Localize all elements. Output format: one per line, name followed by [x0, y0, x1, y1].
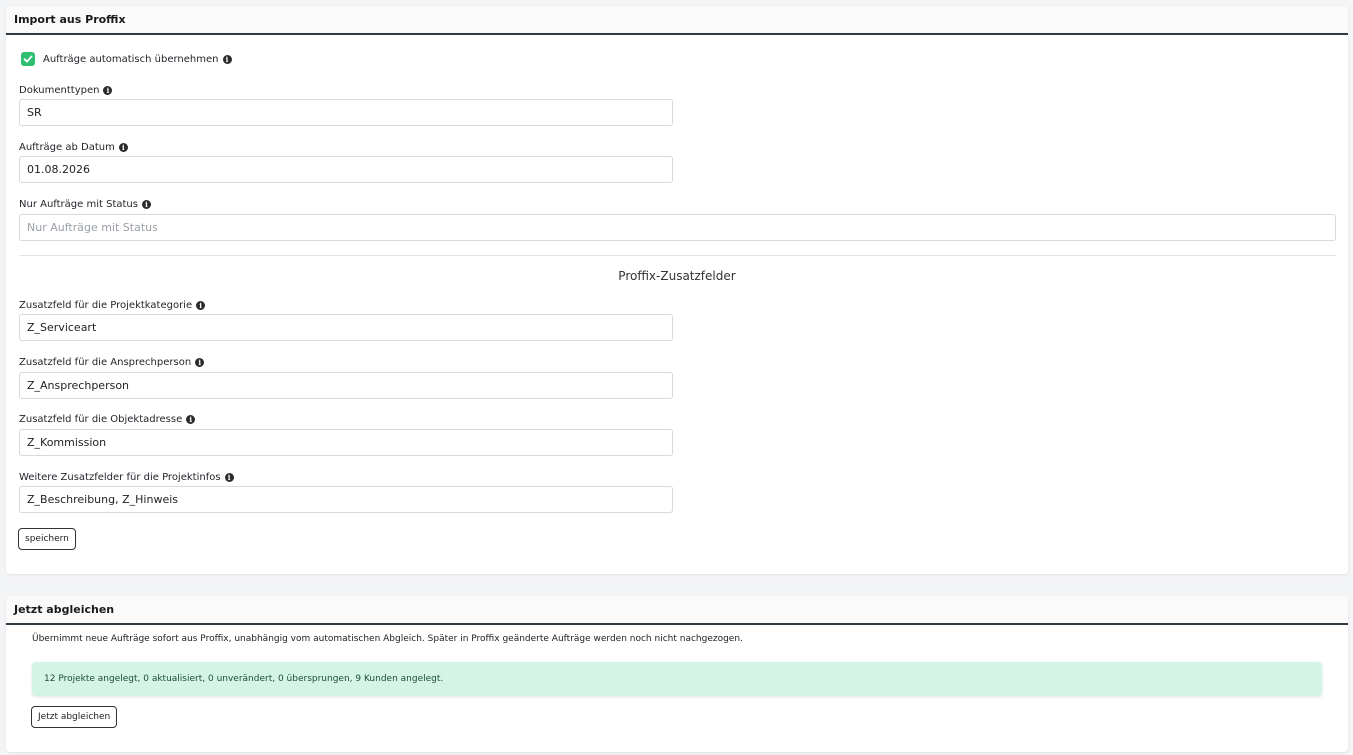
- import-settings-card: Import aus Proffix Aufträge automatisch …: [6, 6, 1348, 574]
- info-icon[interactable]: i: [141, 200, 151, 209]
- sync-result-alert: 12 Projekte angelegt, 0 aktualisiert, 0 …: [32, 662, 1322, 696]
- sync-description: Übernimmt neue Aufträge sofort aus Proff…: [32, 634, 743, 644]
- sync-now-button[interactable]: Jetzt abgleichen: [31, 706, 118, 728]
- info-icon[interactable]: i: [224, 473, 234, 482]
- status-filter-input[interactable]: Nur Aufträge mit Status: [19, 214, 1336, 241]
- save-button[interactable]: speichern: [18, 528, 76, 550]
- contact-person-label: Zusatzfeld für die Ansprechperson i: [19, 357, 205, 368]
- check-icon: [23, 55, 33, 63]
- section-divider: [19, 255, 1336, 256]
- auto-import-checkbox[interactable]: [21, 52, 35, 66]
- orders-from-date-input[interactable]: 01.08.2026: [19, 156, 673, 183]
- project-infos-label: Weitere Zusatzfelder für die Projektinfo…: [19, 472, 234, 483]
- project-category-label: Zusatzfeld für die Projektkategorie i: [19, 300, 206, 311]
- orders-from-date-label: Aufträge ab Datum i: [19, 142, 128, 153]
- info-icon[interactable]: i: [195, 358, 205, 367]
- auto-import-label: Aufträge automatisch übernehmen i: [43, 52, 232, 66]
- contact-person-input[interactable]: Z_Ansprechperson: [19, 372, 673, 399]
- sync-card-title: Jetzt abgleichen: [6, 596, 1348, 625]
- info-icon[interactable]: i: [118, 143, 128, 152]
- object-address-label: Zusatzfeld für die Objektadresse i: [19, 414, 196, 425]
- sync-card: Jetzt abgleichen Übernimmt neue Aufträge…: [6, 596, 1348, 752]
- info-icon[interactable]: i: [196, 301, 206, 310]
- object-address-input[interactable]: Z_Kommission: [19, 429, 673, 456]
- info-icon[interactable]: i: [222, 54, 232, 64]
- import-card-title: Import aus Proffix: [6, 6, 1348, 35]
- info-icon[interactable]: i: [103, 86, 113, 95]
- document-types-input[interactable]: SR: [19, 99, 673, 126]
- info-icon[interactable]: i: [186, 415, 196, 424]
- extra-fields-section-title: Proffix-Zusatzfelder: [618, 269, 736, 283]
- project-infos-input[interactable]: Z_Beschreibung, Z_Hinweis: [19, 486, 673, 513]
- status-filter-label: Nur Aufträge mit Status i: [19, 199, 151, 210]
- project-category-input[interactable]: Z_Serviceart: [19, 314, 673, 341]
- document-types-label: Dokumenttypen i: [19, 85, 113, 96]
